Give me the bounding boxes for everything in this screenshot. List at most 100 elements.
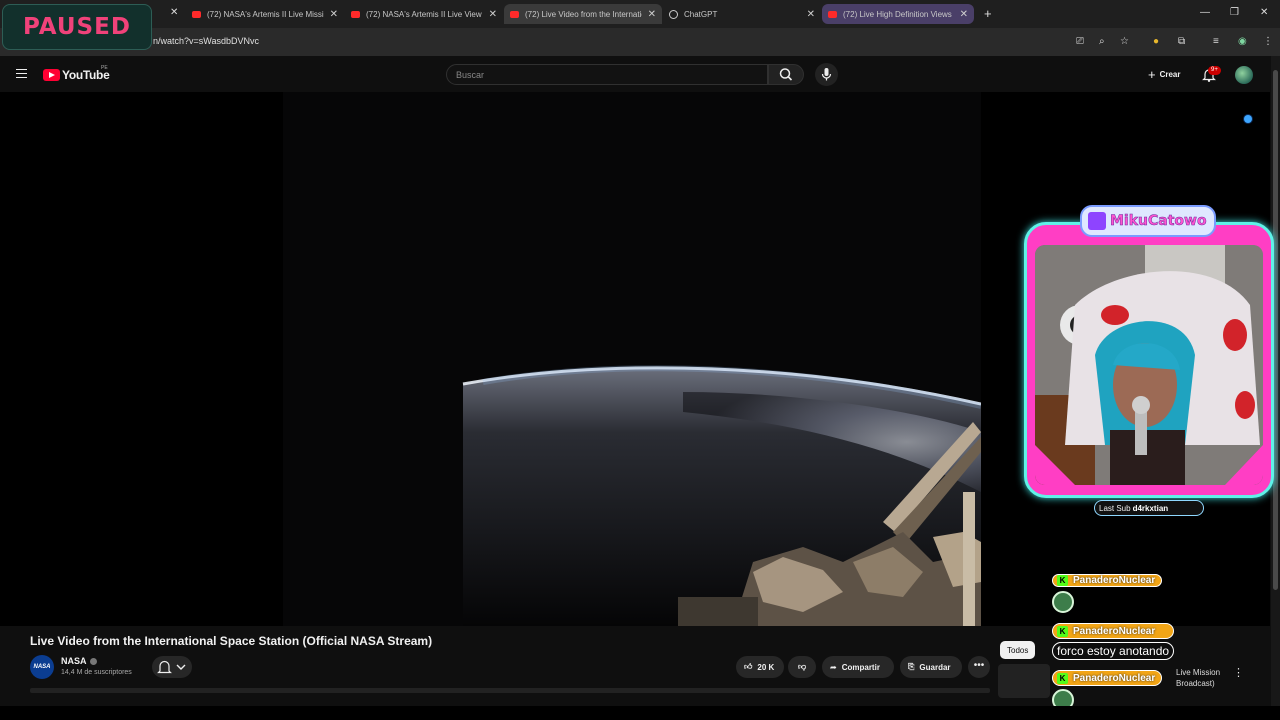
microphone-icon [821, 68, 832, 81]
menu-hamburger-icon[interactable] [16, 69, 27, 78]
recommended-video-thumbnail[interactable] [998, 664, 1050, 698]
chat-message: K PanaderoNuclear [1052, 574, 1163, 587]
share-label: Compartir [841, 662, 880, 672]
tab-title: (72) NASA's Artemis II Live View [366, 9, 482, 19]
chat-username: K PanaderoNuclear [1052, 670, 1163, 686]
profile-icon[interactable]: ◉ [1238, 36, 1247, 47]
chip-all[interactable]: Todos [1000, 641, 1036, 659]
chat-message-text: forco estoy anotando [1052, 642, 1175, 660]
youtube-header: YouTube PE + Crear [0, 56, 1270, 92]
last-sub-name: d4rkxtian [1132, 503, 1169, 513]
tab-title: (72) Live Video from the International [525, 9, 642, 19]
tab-title: (72) Live High Definition Views [843, 9, 952, 19]
create-button[interactable]: + Crear [1140, 64, 1189, 84]
more-actions-icon[interactable]: ••• [968, 656, 990, 678]
tab-artemis-live-view[interactable]: (72) NASA's Artemis II Live View ✕ [345, 4, 503, 24]
tab-live-video-iss[interactable]: (72) Live Video from the International ✕ [504, 4, 662, 24]
chat-username-text: PanaderoNuclear [1073, 625, 1156, 637]
notification-count-badge: 9+ [1208, 66, 1221, 75]
streamer-name: MikuCatowo [1110, 213, 1207, 230]
verified-icon [89, 658, 97, 666]
search-box[interactable] [446, 64, 768, 85]
close-tab-icon[interactable]: ✕ [648, 9, 656, 20]
close-tab-icon[interactable]: ✕ [960, 9, 968, 20]
media-control-icon[interactable]: ≡ [1213, 36, 1219, 47]
tab-title: (72) NASA's Artemis II Live Mission [207, 9, 324, 19]
channel-name[interactable]: NASA [61, 656, 97, 666]
youtube-icon [828, 10, 837, 18]
share-button[interactable]: ➦ Compartir [822, 656, 894, 678]
youtube-icon [510, 10, 519, 18]
kick-badge-icon: K [1057, 672, 1068, 684]
paused-label: PAUSED [23, 14, 131, 40]
restore-icon[interactable]: ❐ [1230, 7, 1239, 18]
streamer-name-banner: MikuCatowo [1080, 205, 1216, 237]
chat-avatar [1052, 591, 1074, 613]
kick-badge-icon: K [1057, 575, 1068, 586]
youtube-icon [351, 10, 360, 18]
youtube-logo[interactable]: YouTube [43, 68, 110, 82]
tab-chatgpt[interactable]: ChatGPT ✕ [663, 4, 821, 24]
channel-avatar[interactable]: NASA [30, 655, 54, 679]
live-indicator-dot [1244, 115, 1252, 123]
channel-name-text: NASA [61, 656, 87, 666]
browser-menu-icon[interactable]: ⋮ [1263, 36, 1273, 47]
chat-message: K PanaderoNuclear [1052, 670, 1163, 686]
thumbs-up-icon: 👍︎ [744, 662, 753, 671]
close-tab-icon[interactable]: ✕ [330, 9, 338, 20]
tab-artemis-live-mission[interactable]: (72) NASA's Artemis II Live Mission ✕ [186, 4, 344, 24]
tab-live-hd-views[interactable]: (72) Live High Definition Views ✕ [822, 4, 974, 24]
screen: (72) NASA's Artemis II Live Mission ✕ (7… [0, 0, 1280, 720]
save-label: Guardar [919, 662, 951, 672]
video-title: Live Video from the International Space … [30, 634, 433, 648]
minimize-icon[interactable]: — [1200, 7, 1210, 18]
subscriber-count: 14,4 M de suscriptores [61, 669, 132, 676]
zoom-icon[interactable]: ⌕ [1099, 36, 1105, 47]
streamer-webcam-frame [1024, 222, 1274, 498]
share-icon: ➦ [830, 662, 837, 672]
install-app-icon[interactable]: ⎚ [1076, 36, 1084, 47]
voice-search-button[interactable] [815, 63, 838, 86]
chat-username-text: PanaderoNuclear [1073, 575, 1156, 586]
close-window-icon[interactable]: ✕ [1260, 7, 1268, 18]
close-tab-icon[interactable]: ✕ [489, 9, 497, 20]
extension-icon[interactable]: ● [1153, 36, 1159, 47]
bookmark-icon: ⎘ [908, 662, 915, 671]
kebab-menu-icon[interactable]: ⋮ [1233, 666, 1244, 679]
save-button[interactable]: ⎘ Guardar [900, 656, 962, 678]
paused-overlay: PAUSED [2, 4, 152, 50]
chatgpt-icon [669, 9, 678, 19]
close-tab-icon[interactable]: ✕ [170, 7, 178, 18]
bookmark-star-icon[interactable]: ☆ [1120, 36, 1129, 47]
last-sub-banner: Last Sub d4rkxtian [1094, 500, 1204, 516]
description-box[interactable] [30, 688, 990, 693]
recommended-title-line2: Broadcast) [1176, 679, 1215, 688]
like-count: 20 K [757, 662, 775, 672]
search-input[interactable] [447, 65, 767, 85]
streamer-photo [1035, 245, 1263, 485]
country-code: PE [101, 65, 108, 71]
address-bar: n/watch?v=sWasdbDVNvc [0, 28, 1280, 56]
video-frame [283, 92, 982, 626]
search-button[interactable] [768, 64, 804, 85]
search-icon [779, 68, 793, 81]
chat-username: K PanaderoNuclear [1052, 623, 1175, 639]
plus-icon: + [1148, 66, 1156, 82]
bottom-strip [0, 706, 1280, 720]
dislike-button[interactable]: 👎︎ [788, 656, 816, 678]
create-label: Crear [1159, 69, 1181, 79]
close-tab-icon[interactable]: ✕ [807, 9, 815, 20]
twitch-icon [1088, 212, 1106, 230]
chat-username: K PanaderoNuclear [1052, 574, 1163, 587]
like-button[interactable]: 👍︎ 20 K [736, 656, 784, 678]
tab-title: ChatGPT [684, 9, 718, 19]
kick-badge-icon: K [1057, 625, 1068, 637]
chat-username-text: PanaderoNuclear [1073, 672, 1156, 684]
extensions-puzzle-icon[interactable]: ⧉ [1178, 36, 1185, 47]
url-text[interactable]: n/watch?v=sWasdbDVNvc [153, 36, 259, 46]
new-tab-button[interactable]: + [984, 6, 992, 21]
bell-chevron-icon [157, 660, 186, 674]
recommended-video-title[interactable]: Live Mission Broadcast) [1176, 667, 1220, 689]
subscription-bell-button[interactable] [152, 656, 192, 678]
user-avatar[interactable] [1235, 66, 1253, 84]
